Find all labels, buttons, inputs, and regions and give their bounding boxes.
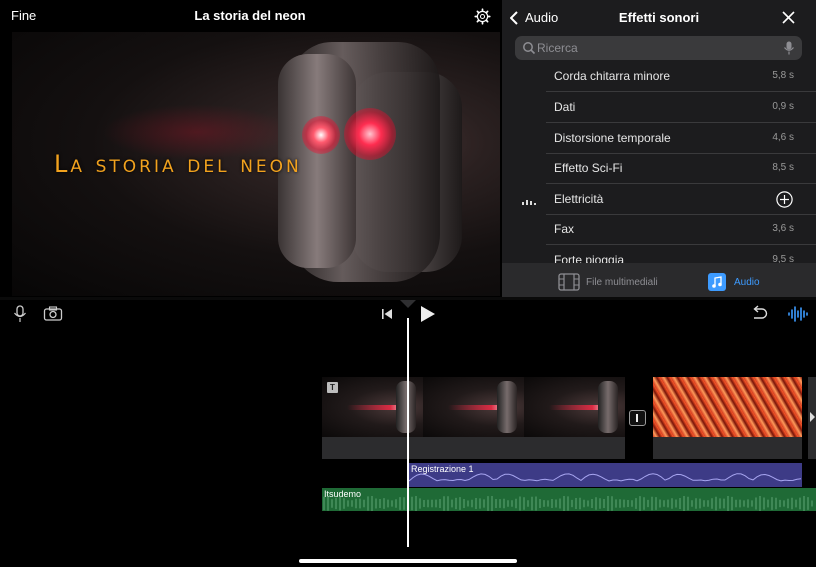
- list-item[interactable]: Distorsione temporale 4,6 s: [502, 123, 816, 154]
- film-icon: [558, 273, 580, 291]
- sound-name: Dati: [554, 100, 576, 114]
- clip-thumbnail: [653, 377, 802, 437]
- sound-name: Forte pioggia: [554, 253, 625, 263]
- skip-back-icon[interactable]: [381, 305, 393, 323]
- recording-waveform: [409, 473, 802, 482]
- clip-audio-strip: [653, 437, 802, 459]
- playhead-notch: [400, 300, 416, 308]
- browser-tab-bar: File multimediali Audio: [502, 263, 816, 298]
- red-light-1: [302, 116, 340, 154]
- camera-icon[interactable]: [43, 305, 63, 323]
- viewer-toolbar: Fine La storia del neon: [0, 0, 500, 32]
- undo-icon[interactable]: [750, 305, 768, 323]
- list-item[interactable]: Corda chitarra minore 5,8 s: [502, 64, 816, 92]
- search-input[interactable]: [537, 36, 777, 60]
- microphone-icon[interactable]: [10, 305, 30, 323]
- sound-name: Fax: [554, 222, 575, 236]
- title-overlay: La storia del neon: [54, 150, 302, 178]
- tab-audio[interactable]: Audio: [706, 273, 760, 291]
- thumbnail-lens: [497, 381, 517, 433]
- sound-name: Elettricità: [554, 192, 604, 206]
- list-item-playing[interactable]: Elettricità: [502, 184, 816, 215]
- sound-duration: 4,6 s: [772, 132, 794, 143]
- recording-audio-track[interactable]: Registrazione 1: [409, 463, 802, 487]
- add-circle-icon[interactable]: [776, 191, 793, 208]
- sound-name: Effetto Sci-Fi: [554, 161, 623, 175]
- music-audio-track[interactable]: Itsudemo: [322, 488, 816, 511]
- microphone-icon[interactable]: [783, 41, 795, 55]
- sound-duration: 9,5 s: [772, 254, 794, 263]
- tab-media-label: File multimediali: [586, 276, 658, 288]
- project-title: La storia del neon: [194, 8, 306, 23]
- close-icon[interactable]: [782, 11, 795, 24]
- thumbnail-lens: [396, 381, 416, 433]
- music-waveform: [323, 496, 813, 511]
- clip-audio-strip: [322, 437, 625, 459]
- sound-name: Distorsione temporale: [554, 131, 671, 145]
- list-item[interactable]: Forte pioggia 9,5 s: [502, 245, 816, 263]
- audio-level-icon: [522, 200, 536, 205]
- thumbnail-lens: [598, 381, 618, 433]
- sound-list: Corda chitarra minore 5,8 s Dati 0,9 s D…: [502, 64, 816, 263]
- video-preview[interactable]: La storia del neon: [12, 32, 500, 296]
- playhead[interactable]: [407, 318, 409, 547]
- music-note-icon: [708, 273, 726, 291]
- list-item[interactable]: Fax 3,6 s: [502, 214, 816, 245]
- list-item[interactable]: Effetto Sci-Fi 8,5 s: [502, 153, 816, 184]
- browser-header: Audio Effetti sonori: [502, 0, 816, 34]
- home-indicator[interactable]: [299, 559, 517, 563]
- play-icon[interactable]: [420, 305, 436, 323]
- search-bar: [515, 36, 802, 60]
- tab-audio-label: Audio: [734, 276, 760, 288]
- clip-thumbnail: [524, 377, 625, 437]
- clip-thumbnail: [423, 377, 524, 437]
- chevron-right-icon: [810, 412, 815, 422]
- search-icon: [523, 42, 536, 55]
- tab-media[interactable]: File multimediali: [558, 273, 658, 291]
- red-light-2: [344, 108, 396, 160]
- sound-duration: 8,5 s: [772, 162, 794, 173]
- transition-button[interactable]: [629, 410, 646, 426]
- title-badge-icon: T: [327, 382, 338, 393]
- sound-duration: 0,9 s: [772, 101, 794, 112]
- sound-duration: 3,6 s: [772, 223, 794, 234]
- video-clip[interactable]: T: [322, 377, 625, 459]
- sound-effects-browser: Audio Effetti sonori Corda chitarra mino…: [502, 0, 816, 298]
- video-clip[interactable]: [653, 377, 802, 459]
- browser-title: Effetti sonori: [618, 10, 700, 25]
- waveform-icon[interactable]: [787, 305, 809, 323]
- sound-name: Corda chitarra minore: [554, 69, 671, 83]
- gear-icon[interactable]: [474, 8, 491, 25]
- sound-duration: 5,8 s: [772, 70, 794, 81]
- list-item[interactable]: Dati 0,9 s: [502, 92, 816, 123]
